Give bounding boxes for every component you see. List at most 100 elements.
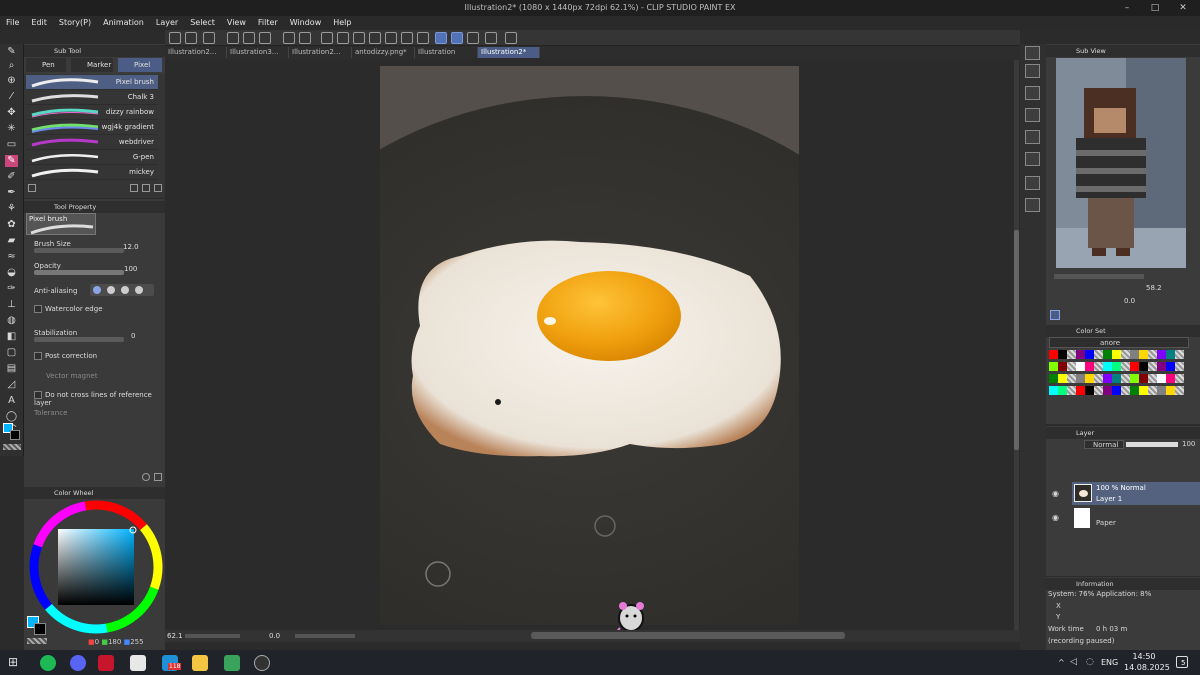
blend-mode-dropdown[interactable]: Normal xyxy=(1084,440,1124,449)
stabilization-slider[interactable] xyxy=(34,337,124,342)
color-swatch[interactable] xyxy=(1094,386,1103,395)
opera-icon[interactable] xyxy=(98,655,114,671)
color-swatch[interactable] xyxy=(1094,362,1103,371)
menu-filter[interactable]: Filter xyxy=(252,16,284,30)
invert-selection-icon[interactable] xyxy=(369,32,381,44)
selection-icon[interactable] xyxy=(321,32,333,44)
color-swatch[interactable] xyxy=(1157,386,1166,395)
color-swatch[interactable] xyxy=(1112,386,1121,395)
document-icon[interactable] xyxy=(485,32,497,44)
color-swatch[interactable] xyxy=(1103,374,1112,383)
reference-image[interactable] xyxy=(1056,58,1186,268)
post-correction-checkbox[interactable] xyxy=(34,352,42,360)
roblox-icon[interactable] xyxy=(130,655,146,671)
pencil-tool-icon[interactable]: ✐ xyxy=(5,171,18,183)
tab-illustration2[interactable]: Illustration2... xyxy=(165,47,227,58)
color-swatch[interactable] xyxy=(1139,350,1148,359)
camera-icon[interactable] xyxy=(203,32,215,44)
color-swatch[interactable] xyxy=(1058,362,1067,371)
color-swatch[interactable] xyxy=(1166,374,1175,383)
redo-icon[interactable] xyxy=(299,32,311,44)
eraser-tool-icon[interactable]: ▰ xyxy=(5,235,18,247)
color-swatch[interactable] xyxy=(1058,350,1067,359)
close-panel-3-icon[interactable] xyxy=(1025,198,1040,212)
close-panel-icon[interactable] xyxy=(1025,86,1040,100)
save-icon[interactable] xyxy=(259,32,271,44)
notification-center-icon[interactable]: 5 xyxy=(1176,656,1188,668)
wheel-transparent-icon[interactable] xyxy=(27,638,47,644)
menu-help[interactable]: Help xyxy=(327,16,357,30)
color-swatch[interactable] xyxy=(1157,350,1166,359)
airbrush-tool-icon[interactable]: ⚘ xyxy=(5,203,18,215)
gradient-tool-icon[interactable]: ◧ xyxy=(5,331,18,343)
color-swatch[interactable] xyxy=(1067,362,1076,371)
tab-antodizzy[interactable]: antodizzy.png* xyxy=(352,47,415,58)
crop-icon[interactable] xyxy=(337,32,349,44)
color-swatch[interactable] xyxy=(1139,362,1148,371)
material-icon[interactable] xyxy=(1025,108,1040,122)
color-swatch[interactable] xyxy=(1166,386,1175,395)
color-swatch[interactable] xyxy=(1121,374,1130,383)
layer-row-paper[interactable]: ◉ Paper xyxy=(1052,506,1200,529)
color-swatch[interactable] xyxy=(1175,350,1184,359)
minimize-button[interactable]: – xyxy=(1116,0,1138,16)
deselect-icon[interactable] xyxy=(353,32,365,44)
sound-icon[interactable]: ◁ xyxy=(1070,657,1077,667)
color-swatch[interactable] xyxy=(1157,362,1166,371)
color-swatch[interactable] xyxy=(1139,386,1148,395)
color-swatch[interactable] xyxy=(1085,386,1094,395)
sphere-tool-icon[interactable]: ◍ xyxy=(5,315,18,327)
rotation-slider[interactable] xyxy=(295,634,355,638)
select-tool-icon[interactable]: ▭ xyxy=(5,139,18,151)
group-tab-pixel-brush[interactable]: Pixel bru xyxy=(118,58,162,83)
color-swatch[interactable] xyxy=(1175,386,1184,395)
pen-tool-icon[interactable]: ✎ xyxy=(5,46,18,58)
spotify-icon[interactable] xyxy=(40,655,56,671)
balloon-tool-icon[interactable]: ◯ xyxy=(5,411,18,423)
group-tab-pen[interactable]: Pen xyxy=(26,58,66,72)
undo-icon[interactable] xyxy=(283,32,295,44)
brush-item-mickey[interactable]: mickey xyxy=(26,165,158,180)
delete-subtool-icon[interactable] xyxy=(154,184,162,192)
tab-illustration[interactable]: Illustration xyxy=(415,47,478,58)
color-swatch[interactable] xyxy=(1112,362,1121,371)
color-swatch[interactable] xyxy=(1085,350,1094,359)
color-swatch[interactable] xyxy=(1139,374,1148,383)
color-swatch[interactable] xyxy=(1076,362,1085,371)
watercolor-row[interactable]: Watercolor edge xyxy=(34,305,103,313)
swatch-grid[interactable] xyxy=(1049,350,1189,410)
brush-item-chalk3[interactable]: Chalk 3 xyxy=(26,90,158,105)
ruler-tool-icon[interactable]: ◿ xyxy=(5,379,18,391)
network-icon[interactable]: ◌ xyxy=(1086,657,1094,667)
eyedropper-subview-icon[interactable] xyxy=(1050,310,1060,320)
colorset-dropdown[interactable]: anore xyxy=(1049,337,1189,348)
watercolor-checkbox[interactable] xyxy=(34,305,42,313)
aa-none-icon[interactable] xyxy=(93,286,101,294)
frame-tool-icon[interactable]: ▤ xyxy=(5,363,18,375)
canvas-vscrollbar[interactable] xyxy=(1014,60,1019,630)
color-swatch[interactable] xyxy=(1103,386,1112,395)
color-swatch[interactable] xyxy=(1121,362,1130,371)
color-swatch[interactable] xyxy=(1112,350,1121,359)
discord-icon[interactable] xyxy=(70,655,86,671)
close-panel-2-icon[interactable] xyxy=(1025,130,1040,144)
color-swatch[interactable] xyxy=(1175,362,1184,371)
snap-icon[interactable] xyxy=(435,32,447,44)
mail-icon[interactable]: 118 xyxy=(162,655,182,671)
color-wheel[interactable] xyxy=(28,499,164,635)
wheel-sub-color[interactable] xyxy=(34,623,46,635)
layer-opacity-slider[interactable] xyxy=(1126,442,1178,447)
brush-size-slider[interactable] xyxy=(34,248,124,253)
fill-tool-icon[interactable]: ◒ xyxy=(5,267,18,279)
color-swatch[interactable] xyxy=(1067,386,1076,395)
transform-icon[interactable] xyxy=(385,32,397,44)
visibility-eye-icon[interactable]: ◉ xyxy=(1052,513,1059,522)
color-swatch[interactable] xyxy=(1076,374,1085,383)
brush-item-g-pen[interactable]: G-pen xyxy=(26,150,158,165)
tab-illustration3[interactable]: Illustration3... xyxy=(227,47,289,58)
eyedropper-tool-icon[interactable]: ⁄ xyxy=(5,91,18,103)
sub-color-swatch[interactable] xyxy=(10,430,20,440)
color-swatch[interactable] xyxy=(1121,386,1130,395)
hscroll-thumb[interactable] xyxy=(531,632,845,639)
menu-icon[interactable] xyxy=(169,32,181,44)
